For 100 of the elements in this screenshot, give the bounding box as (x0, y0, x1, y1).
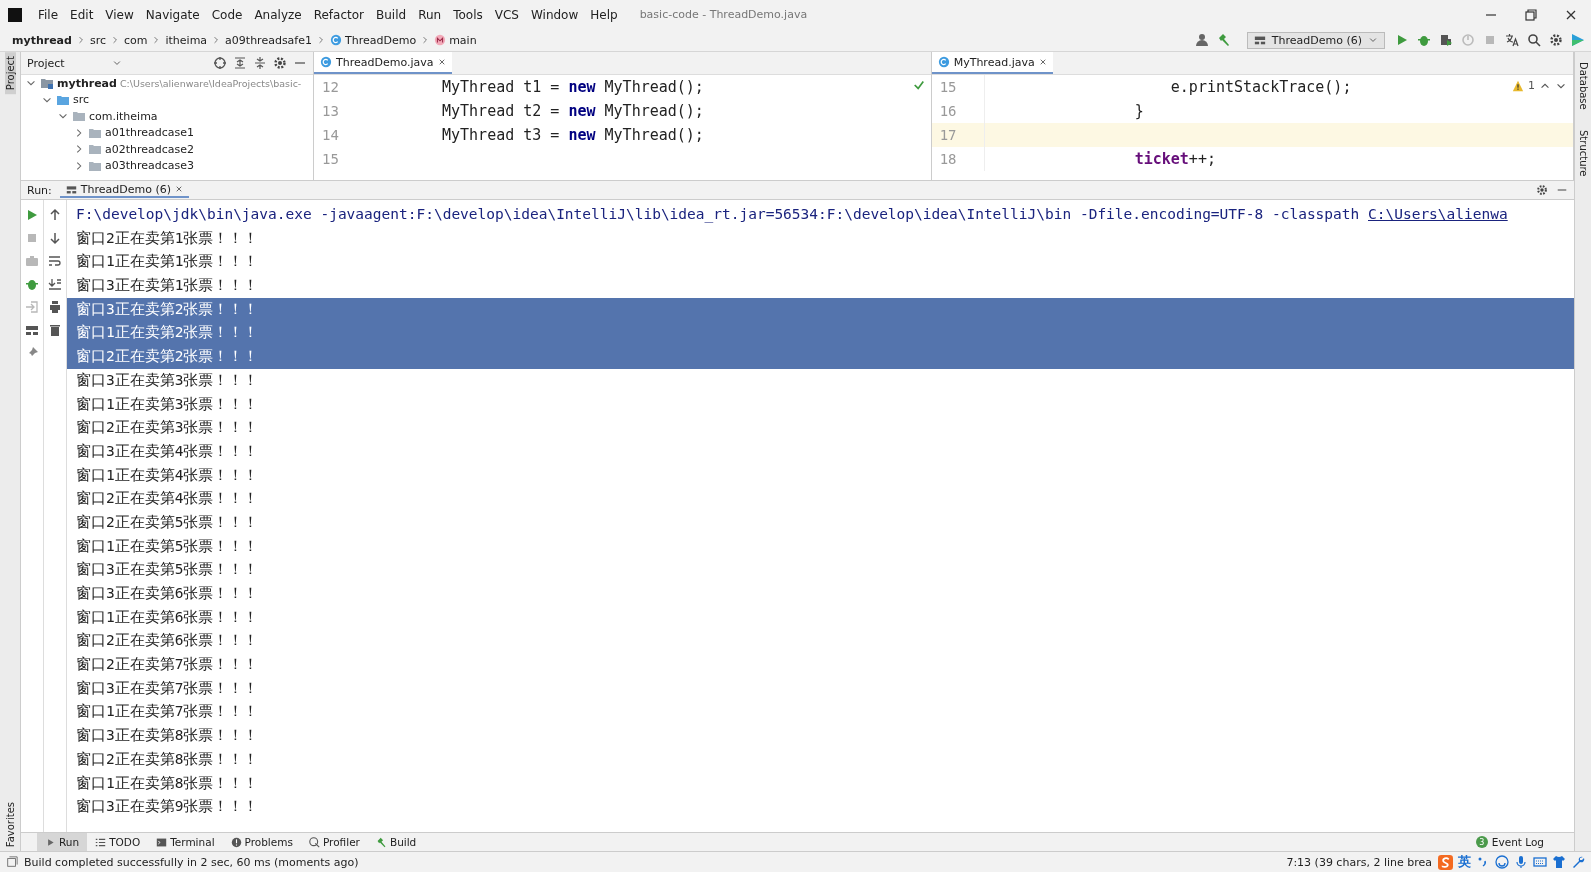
module-folder-icon (40, 76, 54, 91)
run-configuration-dropdown[interactable]: ThreadDemo (6) (1246, 31, 1385, 49)
tool-window-tab[interactable]: Problems (222, 833, 301, 851)
menu-item[interactable]: File (32, 7, 65, 22)
breadcrumb-item[interactable]: mythread (12, 33, 72, 47)
keyboard-icon[interactable] (1533, 855, 1547, 869)
console-line: 窗口1正在卖第6张票！！！ (75, 607, 260, 627)
layout-icon[interactable] (25, 323, 39, 337)
debug-icon[interactable] (25, 277, 39, 291)
cursor-position[interactable]: 7:13 (39 chars, 2 line brea (1286, 855, 1432, 869)
console-line: 窗口1正在卖第8张票！！！ (75, 773, 260, 793)
menu-item[interactable]: Run (412, 7, 448, 22)
breadcrumb-item[interactable]: main (449, 33, 477, 47)
side-tab[interactable]: Favorites (4, 797, 16, 851)
tool-window-tab[interactable]: TODO (87, 833, 149, 851)
breadcrumb-item[interactable]: itheima (165, 33, 208, 47)
breadcrumb-item[interactable]: a09threadsafe1 (225, 33, 312, 47)
user-icon[interactable] (1194, 33, 1209, 47)
side-tab[interactable]: Project (4, 52, 16, 95)
close-icon[interactable] (1038, 58, 1047, 66)
up-arrow-icon[interactable] (48, 208, 62, 222)
console-line: 窗口3正在卖第4张票！！！ (75, 441, 260, 461)
input-method-logo-icon[interactable] (1438, 854, 1453, 870)
tool-window-tab[interactable]: Profiler (300, 833, 368, 851)
input-mode[interactable]: 英 (1458, 853, 1471, 871)
line-number: 15 (321, 151, 340, 167)
skin-icon[interactable] (1552, 855, 1566, 869)
scroll-to-end-icon[interactable] (48, 277, 62, 291)
settings-icon[interactable] (1536, 184, 1548, 196)
collapse-all-icon[interactable] (253, 56, 267, 70)
menu-item[interactable]: Navigate (139, 7, 206, 22)
run-icon[interactable] (1395, 33, 1409, 47)
menu-item[interactable]: Tools (447, 7, 489, 22)
close-icon[interactable] (175, 185, 184, 193)
console-line: 窗口2正在卖第5张票！！！ (75, 512, 260, 532)
method-icon (434, 34, 447, 46)
tool-window-tab[interactable]: Build (367, 833, 425, 851)
search-icon[interactable] (1527, 33, 1541, 47)
editor-tab[interactable]: MyThread.java (931, 52, 1053, 74)
chevron-icon (316, 35, 326, 45)
menu-item[interactable]: Window (524, 7, 585, 22)
locate-icon[interactable] (213, 56, 227, 70)
console-line: 窗口1正在卖第7张票！！！ (75, 702, 260, 722)
classpath-link[interactable]: C:\Users\alienwa (1368, 203, 1508, 227)
tab-icon (95, 836, 107, 848)
line-number: 16 (938, 103, 958, 119)
panel-label: Run: (27, 183, 52, 197)
side-tab[interactable]: Database (1577, 58, 1589, 114)
class-icon (937, 56, 950, 68)
breadcrumb-item[interactable]: com (123, 33, 148, 47)
debug-icon[interactable] (1417, 33, 1431, 47)
print-icon[interactable] (48, 300, 62, 314)
app-logo-icon (8, 7, 22, 22)
tree-item[interactable]: a03threadcase3 (105, 159, 195, 173)
emoji-icon[interactable] (1495, 855, 1509, 869)
hammer-icon[interactable] (1216, 33, 1231, 47)
status-icon[interactable] (6, 856, 18, 868)
settings-icon[interactable] (273, 56, 287, 70)
menu-item[interactable]: Analyze (248, 7, 308, 22)
editor-tab[interactable]: ThreadDemo.java (314, 52, 452, 74)
caret-icon[interactable] (112, 58, 122, 68)
menu-item[interactable]: Refactor (307, 7, 371, 22)
trash-icon[interactable] (48, 323, 62, 337)
tool-window-tab[interactable]: Run (37, 833, 88, 851)
settings-icon[interactable] (1549, 33, 1563, 47)
console-tab[interactable]: ThreadDemo (6) (59, 182, 190, 198)
menu-item[interactable]: VCS (488, 7, 525, 22)
expand-all-icon[interactable] (233, 56, 247, 70)
class-icon (320, 56, 332, 68)
console-line: 窗口2正在卖第1张票！！！ (75, 228, 260, 248)
coverage-icon[interactable] (1439, 33, 1453, 47)
microphone-icon[interactable] (1514, 855, 1528, 869)
console-icon (65, 183, 77, 195)
menu-item[interactable]: View (99, 7, 140, 22)
restore-icon[interactable] (1524, 7, 1538, 22)
tool-window-tab[interactable]: Terminal (148, 833, 223, 851)
tree-item[interactable]: src (73, 93, 90, 107)
tree-item[interactable]: a01threadcase1 (105, 126, 195, 140)
tree-item[interactable]: mythread (57, 76, 117, 90)
breadcrumb-item[interactable]: src (89, 33, 106, 47)
plugin-logo-icon[interactable] (1571, 33, 1585, 47)
breadcrumb-item[interactable]: ThreadDemo (345, 33, 417, 47)
code-line: e.printStackTrace(); (983, 75, 1352, 99)
down-arrow-icon[interactable] (48, 231, 62, 245)
menu-item[interactable]: Help (584, 7, 624, 22)
pane-title[interactable]: Project (27, 56, 65, 70)
side-tab[interactable]: Structure (1577, 125, 1589, 181)
menu-item[interactable]: Code (205, 7, 249, 22)
rerun-icon[interactable] (25, 208, 39, 222)
console-line: 窗口3正在卖第9张票！！！ (75, 797, 260, 817)
translate-icon[interactable] (1505, 33, 1519, 47)
tree-item[interactable]: a02threadcase2 (105, 142, 195, 156)
menu-item[interactable]: Edit (64, 7, 100, 22)
tree-item[interactable]: com.itheima (89, 109, 158, 123)
menu-item[interactable]: Build (370, 7, 413, 22)
warning-icon[interactable] (1512, 79, 1524, 92)
wrench-icon[interactable] (1571, 855, 1585, 869)
soft-wrap-icon[interactable] (48, 254, 62, 268)
close-icon[interactable] (437, 58, 446, 66)
event-log-button[interactable]: 3 Event Log (1475, 836, 1574, 848)
